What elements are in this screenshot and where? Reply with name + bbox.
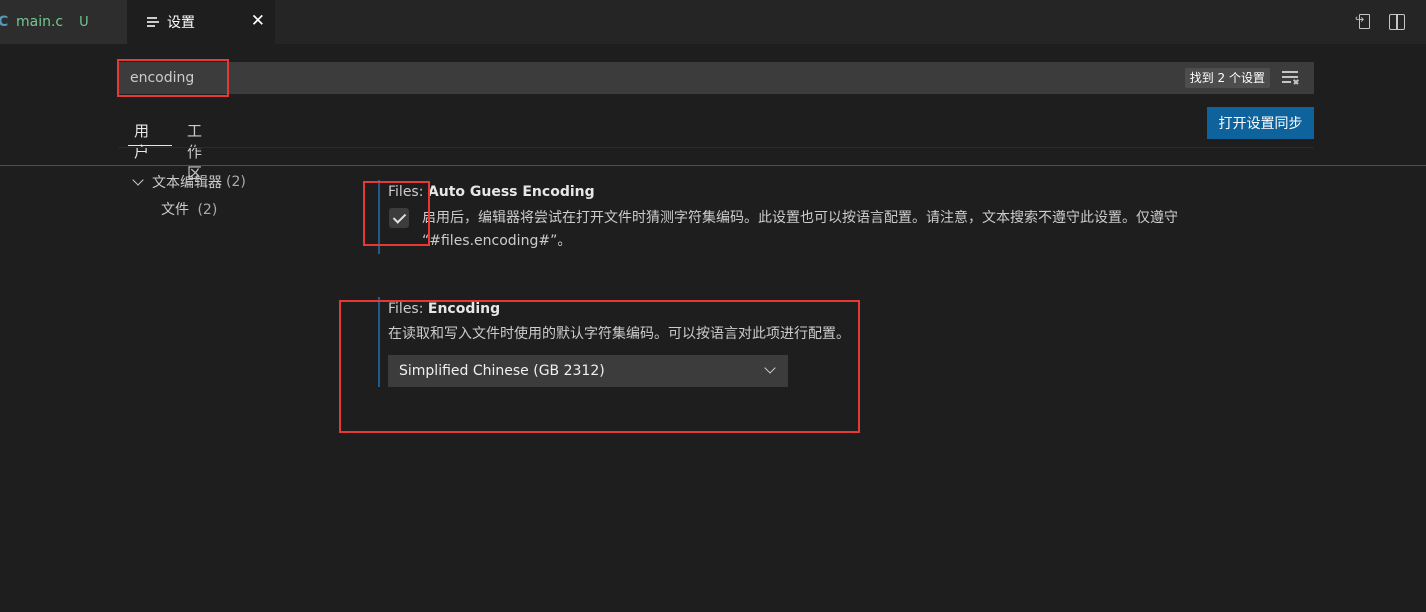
- auto-guess-encoding-checkbox[interactable]: [389, 208, 409, 228]
- setting-title: Files: Encoding: [388, 301, 500, 317]
- tab-settings[interactable]: 设置 ✕: [127, 0, 275, 44]
- divider: [118, 147, 1314, 148]
- results-count-badge: 找到 2 个设置: [1184, 68, 1270, 88]
- toc-item-files[interactable]: 文件 (2): [161, 199, 217, 219]
- split-editor-icon[interactable]: [1388, 13, 1406, 31]
- setting-name: Encoding: [427, 301, 501, 317]
- tab-main-c[interactable]: C main.c U: [0, 0, 127, 44]
- setting-description: 启用后，编辑器将尝试在打开文件时猜测字符集编码。此设置也可以按语言配置。请注意，…: [422, 210, 1178, 249]
- tab-label: main.c: [16, 14, 64, 30]
- settings-search-box: 找到 2 个设置: [118, 62, 1314, 94]
- setting-files-auto-guess-encoding: Files: Auto Guess Encoding 启用后，编辑器将尝试在打开…: [378, 180, 1318, 255]
- setting-category: Files:: [388, 184, 428, 200]
- select-value: Simplified Chinese (GB 2312): [399, 363, 605, 379]
- setting-title: Files: Auto Guess Encoding: [388, 184, 595, 200]
- setting-files-encoding: Files: Encoding 在读取和写入文件时使用的默认字符集编码。可以按语…: [378, 297, 878, 389]
- close-icon[interactable]: ✕: [251, 11, 265, 31]
- encoding-select[interactable]: Simplified Chinese (GB 2312): [388, 355, 788, 387]
- chevron-down-icon: [132, 175, 146, 189]
- chevron-down-icon: [764, 362, 776, 374]
- setting-description: 在读取和写入文件时使用的默认字符集编码。可以按语言对此项进行配置。: [388, 326, 850, 342]
- open-settings-json-icon[interactable]: ↪: [1355, 13, 1374, 31]
- toc-label: 文本编辑器: [152, 175, 222, 191]
- settings-editor-window: C main.c U 设置 ✕ ↪ 找到 2 个设置: [0, 0, 1426, 612]
- editor-tab-bar: C main.c U 设置 ✕ ↪: [0, 0, 1426, 44]
- modified-indicator: [378, 297, 380, 387]
- modified-indicator: [378, 180, 380, 254]
- active-tab-indicator: [128, 145, 172, 146]
- setting-name: Auto Guess Encoding: [427, 184, 595, 200]
- tab-user[interactable]: 用户: [134, 120, 149, 162]
- search-input[interactable]: [130, 68, 730, 88]
- toc-count: (2): [226, 174, 246, 190]
- turn-on-settings-sync-button[interactable]: 打开设置同步: [1207, 107, 1314, 139]
- editor-actions: ↪: [1355, 0, 1426, 44]
- more-icon[interactable]: [1420, 13, 1426, 31]
- toc-count: (2): [197, 202, 218, 218]
- header-divider: [0, 165, 1426, 166]
- git-untracked-badge: U: [79, 14, 89, 30]
- c-language-icon: C: [0, 14, 9, 30]
- setting-category: Files:: [388, 301, 428, 317]
- settings-list-icon: [147, 17, 159, 27]
- toc-label: 文件: [161, 202, 189, 218]
- tab-label: 设置: [167, 15, 195, 31]
- filter-icon[interactable]: [1282, 71, 1300, 85]
- toc-item-text-editor[interactable]: 文本编辑器 (2): [132, 172, 246, 192]
